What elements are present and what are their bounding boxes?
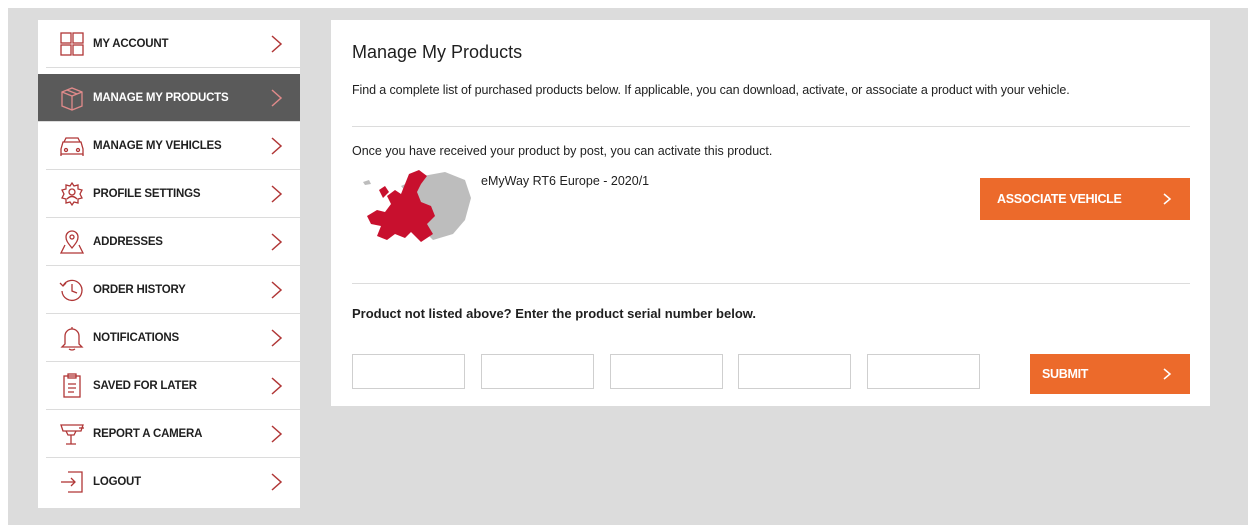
sidebar-item-label: REPORT A CAMERA (93, 428, 203, 440)
chevron-right-icon (271, 233, 283, 251)
submit-label: SUBMIT (1042, 367, 1089, 381)
camera-icon (60, 424, 84, 445)
serial-field-1[interactable] (352, 354, 465, 389)
sidebar-item-label: MANAGE MY PRODUCTS (93, 92, 229, 104)
serial-field-2[interactable] (481, 354, 594, 389)
grid-icon (60, 32, 84, 56)
chevron-right-icon (271, 137, 283, 155)
sidebar-item-manage-vehicles[interactable]: MANAGE MY VEHICLES (46, 122, 300, 170)
sidebar-item-label: LOGOUT (93, 476, 141, 488)
map-pin-icon (59, 230, 85, 254)
chevron-right-icon (271, 377, 283, 395)
sidebar-item-label: MY ACCOUNT (93, 38, 169, 50)
chevron-right-icon (271, 35, 283, 53)
sidebar-item-report-camera[interactable]: REPORT A CAMERA (46, 410, 300, 458)
history-icon (59, 279, 83, 302)
sidebar-item-label: PROFILE SETTINGS (93, 188, 201, 200)
activation-notice: Once you have received your product by p… (352, 144, 773, 158)
page-title: Manage My Products (352, 42, 523, 62)
chevron-right-icon (1163, 368, 1172, 380)
bell-icon (60, 327, 84, 351)
product-name: eMyWay RT6 Europe - 2020/1 (481, 174, 650, 188)
sidebar-item-label: SAVED FOR LATER (93, 380, 197, 392)
serial-field-5[interactable] (867, 354, 980, 389)
chevron-right-icon (271, 281, 283, 299)
serial-field-4[interactable] (738, 354, 851, 389)
chevron-right-icon (271, 329, 283, 347)
associate-vehicle-label: ASSOCIATE VEHICLE (997, 192, 1122, 206)
serial-number-heading: Product not listed above? Enter the prod… (352, 306, 757, 321)
page-description: Find a complete list of purchased produc… (352, 83, 1070, 97)
divider (352, 283, 1190, 284)
gear-icon (61, 181, 83, 207)
manage-products-panel: Manage My Products Find a complete list … (331, 20, 1210, 406)
car-icon (60, 137, 84, 156)
sidebar-item-addresses[interactable]: ADDRESSES (46, 218, 300, 266)
sidebar-item-label: ADDRESSES (93, 236, 163, 248)
associate-vehicle-button[interactable]: ASSOCIATE VEHICLE (980, 178, 1190, 220)
box-icon (61, 87, 83, 111)
sidebar-item-logout[interactable]: LOGOUT (46, 458, 300, 506)
chevron-right-icon (271, 185, 283, 203)
clipboard-icon (63, 373, 81, 398)
chevron-right-icon (271, 89, 283, 107)
sidebar-item-manage-products[interactable]: MANAGE MY PRODUCTS (38, 74, 300, 122)
sidebar-item-saved-for-later[interactable]: SAVED FOR LATER (46, 362, 300, 410)
account-sidebar: MY ACCOUNT MANAGE MY PRODUCTS MANAGE MY … (38, 20, 300, 508)
chevron-right-icon (271, 473, 283, 491)
sidebar-item-my-account[interactable]: MY ACCOUNT (46, 20, 300, 68)
divider (352, 126, 1190, 127)
europe-map-icon (363, 170, 471, 242)
sidebar-item-profile-settings[interactable]: PROFILE SETTINGS (46, 170, 300, 218)
serial-field-3[interactable] (610, 354, 723, 389)
chevron-right-icon (1163, 193, 1172, 205)
submit-button[interactable]: SUBMIT (1030, 354, 1190, 394)
chevron-right-icon (271, 425, 283, 443)
sidebar-item-label: ORDER HISTORY (93, 284, 186, 296)
sidebar-item-label: NOTIFICATIONS (93, 332, 179, 344)
sidebar-item-notifications[interactable]: NOTIFICATIONS (46, 314, 300, 362)
sidebar-item-order-history[interactable]: ORDER HISTORY (46, 266, 300, 314)
logout-icon (61, 471, 83, 493)
sidebar-item-label: MANAGE MY VEHICLES (93, 140, 222, 152)
